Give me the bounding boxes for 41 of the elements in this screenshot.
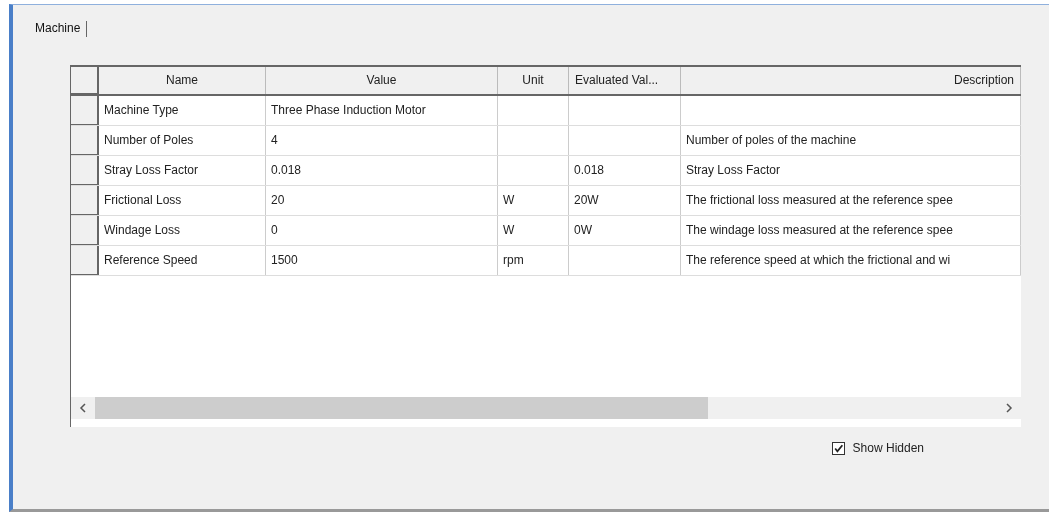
row-header[interactable] [71,246,99,275]
scroll-thumb[interactable] [95,397,709,419]
table-cell: The reference speed at which the frictional and wi [686,253,951,267]
table-cell: The windage loss measured at the reference spee [686,223,953,237]
table-cell: Machine Type [104,103,179,117]
row-header[interactable] [71,216,99,245]
row-header[interactable] [71,156,99,185]
column-header[interactable]: Description [681,67,1021,94]
table-cell: 4 [271,133,278,147]
table-cell: Reference Speed [104,253,198,267]
table-cell: 0.018 [574,163,605,177]
table-cell: The frictional loss measured at the reference spee [686,193,953,207]
table-cell: rpm [503,253,524,267]
row-header[interactable] [71,186,99,215]
column-header[interactable]: Name [99,67,266,94]
table-cell: Windage Loss [104,223,181,237]
table-cell: Stray Loss Factor [104,163,199,177]
table-cell: Number of Poles [104,133,194,147]
checkbox[interactable] [831,441,845,455]
column-header[interactable]: Evaluated Val... [569,67,681,94]
table-cell: Three Phase Induction Motor [271,103,426,117]
table-cell: 1500 [271,253,298,267]
table-cell: 0.018 [271,163,302,177]
scroll-left-icon[interactable] [79,403,87,413]
table-cell: 20 [271,193,285,207]
column-header[interactable]: Unit [498,67,569,94]
table-cell: Frictional Loss [104,193,182,207]
row-header[interactable] [71,126,99,155]
table-cell: Stray Loss Factor [686,163,781,177]
table-cell: 0 [271,223,278,237]
row-header[interactable] [71,96,99,125]
horizontal-scrollbar[interactable] [71,397,1021,419]
table-cell: Number of poles of the machine [686,133,857,147]
table-cell: 20W [574,193,599,207]
table-cell: W [503,223,515,237]
table-cell: W [503,193,515,207]
table-cell: 0W [574,223,592,237]
tab[interactable]: Machine [31,21,88,37]
scroll-right-icon[interactable] [1005,403,1013,413]
checkbox-label: Show Hidden [852,441,924,455]
column-header[interactable]: Value [266,67,498,94]
